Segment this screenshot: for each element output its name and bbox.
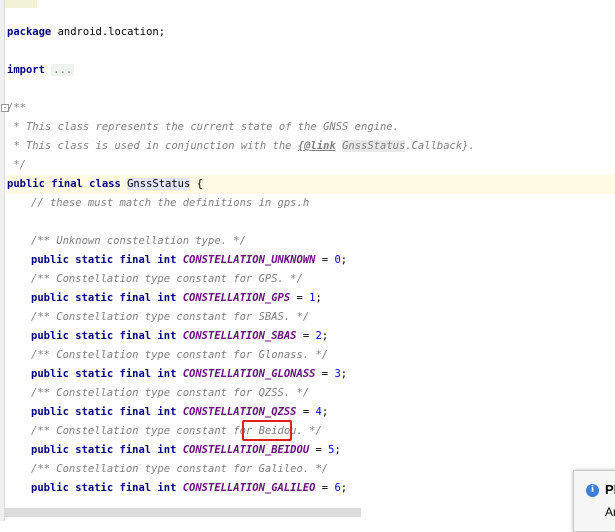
doc-comment-line: * This class represents the current stat… <box>7 121 399 133</box>
notification-body: An <box>605 505 615 519</box>
constant-declaration: public static final int CONSTELLATION_GL… <box>31 368 348 380</box>
class-name[interactable]: GnssStatus <box>127 178 191 190</box>
notification-title: Pl <box>605 482 615 497</box>
doc-comment-link-line: * This class is used in conjunction with… <box>7 140 475 152</box>
annotation-highlight-box <box>242 420 292 441</box>
class-declaration: public final class GnssStatus { <box>7 175 615 194</box>
constant-comment: /** Constellation type constant for SBAS… <box>31 311 310 323</box>
doc-comment-close: */ <box>7 159 26 171</box>
package-line: package android.location; <box>7 26 166 38</box>
constant-comment: /** Unknown constellation type. */ <box>31 235 246 247</box>
definitions-comment: // these must match the definitions in g… <box>31 197 310 209</box>
horizontal-scrollbar[interactable] <box>5 508 361 517</box>
code-editor[interactable]: package android.location; import ... - /… <box>0 0 615 521</box>
constant-comment: /** Constellation type constant for Gali… <box>31 463 329 475</box>
constant-comment: /** Constellation type constant for Beid… <box>31 425 322 437</box>
constant-declaration: public static final int CONSTELLATION_GP… <box>31 292 322 304</box>
import-fold[interactable]: ... <box>51 64 75 76</box>
constant-declaration: public static final int CONSTELLATION_UN… <box>31 254 348 266</box>
link-reference[interactable]: GnssStatus <box>342 140 406 152</box>
constant-declaration: public static final int CONSTELLATION_GA… <box>31 482 348 494</box>
info-icon: i <box>586 484 599 497</box>
doc-comment-open: /** <box>7 102 26 114</box>
constant-declaration: public static final int CONSTELLATION_QZ… <box>31 406 329 418</box>
constant-comment: /** Constellation type constant for Glon… <box>31 349 329 361</box>
import-line[interactable]: import ... <box>7 61 615 80</box>
constant-declaration: public static final int CONSTELLATION_BE… <box>31 444 341 456</box>
constant-comment: /** Constellation type constant for GPS.… <box>31 273 303 285</box>
constant-comment: /** Constellation type constant for QZSS… <box>31 387 310 399</box>
constant-declaration: public static final int CONSTELLATION_SB… <box>31 330 329 342</box>
notification-popup[interactable]: i Pl An <box>573 470 615 532</box>
